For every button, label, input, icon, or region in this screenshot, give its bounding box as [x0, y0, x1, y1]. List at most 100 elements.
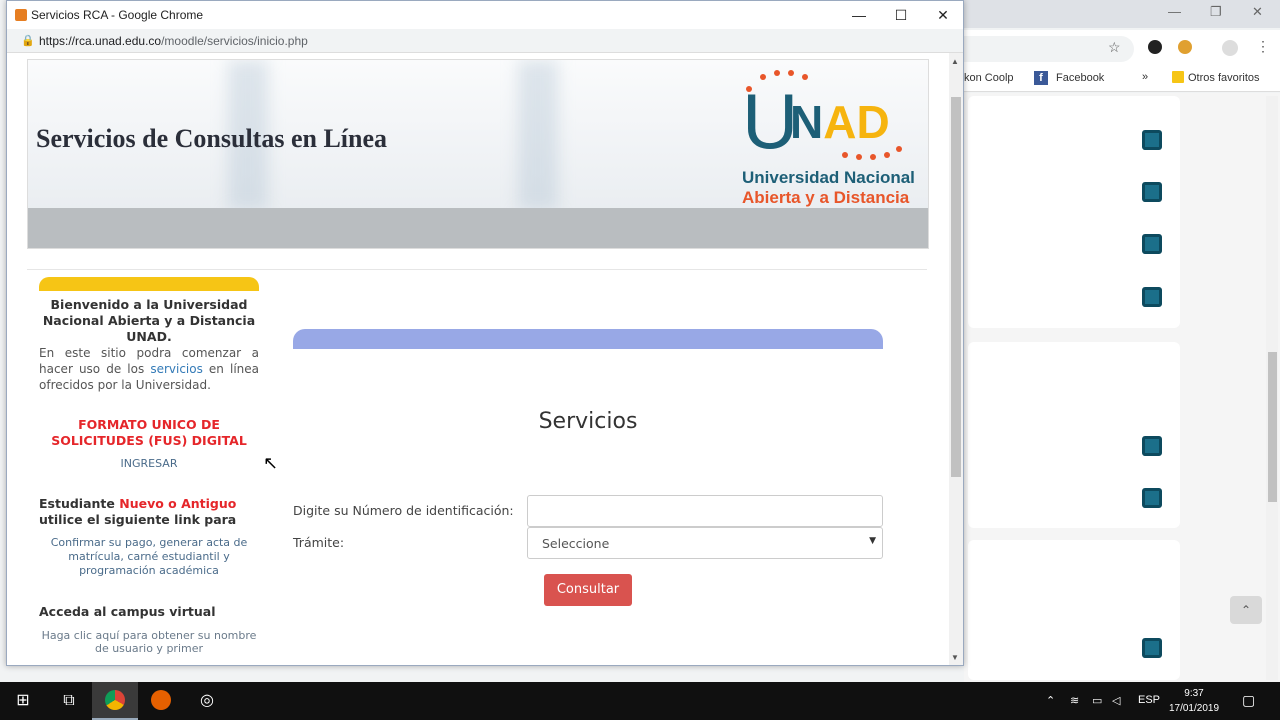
windows-start-icon[interactable]: ⊞ — [0, 682, 46, 720]
background-toolbar: ☆ ⋮ — [964, 30, 1280, 66]
bg-restore-button[interactable]: ❐ — [1210, 4, 1222, 20]
intro-services-link[interactable]: servicios — [150, 362, 203, 376]
minimize-button[interactable]: — — [849, 5, 869, 25]
extension-icon[interactable] — [1148, 40, 1162, 54]
logo-letters-ad: AD — [823, 96, 890, 148]
id-number-input[interactable] — [527, 495, 883, 527]
tray-chevron-icon[interactable]: ⌃ — [1046, 694, 1055, 707]
confirm-payment-link[interactable]: Confirmar su pago, generar acta de matrí… — [39, 536, 259, 578]
page-content: Servicios de Consultas en Línea U NAD Un… — [7, 53, 949, 665]
course-icon[interactable] — [1142, 182, 1162, 202]
url-host: https://rca.unad.edu.co — [39, 34, 162, 48]
bookmarks-bar: kon Coolp f Facebook » Otros favoritos — [964, 66, 1280, 92]
course-icon[interactable] — [1142, 488, 1162, 508]
student-b: Nuevo o Antiguo — [119, 496, 237, 511]
address-bar[interactable]: 🔒 https://rca.unad.edu.co/moodle/servici… — [7, 29, 963, 53]
logo-dot — [774, 70, 780, 76]
logo-line1: Universidad Nacional — [742, 168, 915, 187]
course-icon[interactable] — [1142, 436, 1162, 456]
student-c: utilice el siguiente link para — [39, 512, 237, 527]
campus-title: Acceda al campus virtual — [39, 604, 216, 619]
clock[interactable]: 9:37 17/01/2019 — [1164, 686, 1224, 716]
fus-ingresar-link[interactable]: INGRESAR — [39, 457, 259, 470]
wifi-icon[interactable]: ≋ — [1070, 694, 1079, 707]
favicon-icon — [15, 9, 27, 21]
window-title: Servicios RCA - Google Chrome — [31, 8, 204, 22]
app-taskbar-icon[interactable]: ◎ — [184, 682, 230, 720]
campus-link[interactable]: Haga clic aquí para obtener su nombre de… — [39, 629, 259, 655]
scroll-down-arrow-icon[interactable]: ▼ — [951, 653, 959, 662]
banner-gray-bar — [28, 208, 928, 248]
logo-dot — [884, 152, 890, 158]
dropdown-arrow-icon: ▼ — [869, 536, 876, 546]
bg-close-button[interactable]: ✕ — [1252, 4, 1263, 20]
course-icon[interactable] — [1142, 638, 1162, 658]
logo-line2: Abierta y a Distancia — [742, 188, 910, 207]
student-text: Estudiante Nuevo o Antiguo utilice el si… — [39, 496, 259, 528]
popup-scrollbar-thumb[interactable] — [951, 97, 961, 477]
volume-icon[interactable]: ◁ — [1112, 694, 1120, 707]
folder-icon — [1172, 71, 1184, 83]
header-banner: Servicios de Consultas en Línea U NAD Un… — [27, 59, 929, 249]
language-indicator[interactable]: ESP — [1138, 694, 1160, 706]
popup-window: Servicios RCA - Google Chrome — ☐ ✕ 🔒 ht… — [6, 0, 964, 666]
close-button[interactable]: ✕ — [933, 5, 953, 25]
bookmarks-overflow-button[interactable]: » — [1142, 71, 1148, 83]
firefox-taskbar-icon[interactable] — [138, 682, 184, 720]
background-tab-strip — [964, 0, 1280, 28]
bg-minimize-button[interactable]: — — [1168, 4, 1181, 19]
cookie-extension-icon[interactable] — [1178, 40, 1192, 54]
logo-dot — [802, 74, 808, 80]
sidebar-yellow-bar — [39, 277, 259, 291]
background-scrollbar-thumb[interactable] — [1268, 352, 1277, 502]
logo-dot — [870, 154, 876, 160]
sidebar: Bienvenido a la Universidad Nacional Abi… — [39, 277, 259, 655]
battery-icon[interactable]: ▭ — [1092, 694, 1102, 707]
windows-taskbar: ⊞ ⧉ ◎ ⌃ ≋ ▭ ◁ ESP 9:37 17/01/2019 ▢ — [0, 682, 1280, 720]
fus-title: FORMATO UNICO DE SOLICITUDES (FUS) DIGIT… — [51, 417, 247, 448]
clock-time: 9:37 — [1184, 688, 1204, 699]
unad-logo[interactable]: U NAD Universidad Nacional Abierta y a D… — [742, 70, 924, 208]
welcome-text: Bienvenido a la Universidad Nacional Abi… — [42, 297, 256, 344]
bookmark-star-icon[interactable]: ☆ — [1108, 39, 1121, 56]
popup-title-bar: Servicios RCA - Google Chrome — ☐ ✕ — [7, 1, 963, 29]
bookmark-facebook[interactable]: Facebook — [1056, 72, 1104, 84]
chrome-taskbar-icon[interactable] — [92, 682, 138, 720]
services-heading: Servicios — [538, 409, 638, 434]
services-header-bar — [293, 329, 883, 349]
intro-text: En este sitio podra comenzar a hacer uso… — [39, 345, 259, 393]
tramite-select[interactable]: Seleccione ▼ — [527, 527, 883, 559]
maximize-button[interactable]: ☐ — [891, 5, 911, 25]
divider — [27, 269, 927, 270]
consultar-button[interactable]: Consultar — [544, 574, 632, 606]
clock-date: 17/01/2019 — [1168, 703, 1220, 714]
profile-avatar-icon[interactable] — [1222, 40, 1238, 56]
notification-icon[interactable]: ▢ — [1242, 692, 1255, 709]
bookmark-other-favorites[interactable]: Otros favoritos — [1188, 72, 1260, 84]
mouse-cursor-icon: ↖ — [263, 453, 279, 473]
logo-dot — [788, 70, 794, 76]
student-a: Estudiante — [39, 496, 120, 511]
background-card — [968, 540, 1180, 680]
page-title: Servicios de Consultas en Línea — [36, 124, 388, 153]
course-icon[interactable] — [1142, 234, 1162, 254]
tramite-selected-value: Seleccione — [542, 536, 610, 551]
url-path: /moodle/servicios/inicio.php — [161, 34, 308, 48]
logo-dot — [856, 154, 862, 160]
url-text[interactable]: https://rca.unad.edu.co/moodle/servicios… — [39, 34, 308, 48]
scroll-up-arrow-icon[interactable]: ▲ — [951, 57, 959, 66]
logo-letters: NAD — [790, 96, 920, 148]
lock-icon: 🔒 — [21, 35, 35, 47]
banner-decoration — [518, 60, 558, 210]
course-icon[interactable] — [1142, 287, 1162, 307]
tramite-label: Trámite: — [293, 535, 345, 550]
chrome-menu-icon[interactable]: ⋮ — [1256, 38, 1270, 55]
logo-letter-n: N — [790, 96, 824, 148]
course-icon[interactable] — [1142, 130, 1162, 150]
logo-dot — [842, 152, 848, 158]
scroll-to-top-button[interactable]: ⌃ — [1230, 596, 1262, 624]
id-label: Digite su Número de identificación: — [293, 503, 514, 518]
facebook-icon: f — [1034, 71, 1048, 85]
bookmark-item[interactable]: kon Coolp — [964, 72, 1014, 84]
task-view-icon[interactable]: ⧉ — [46, 682, 92, 720]
